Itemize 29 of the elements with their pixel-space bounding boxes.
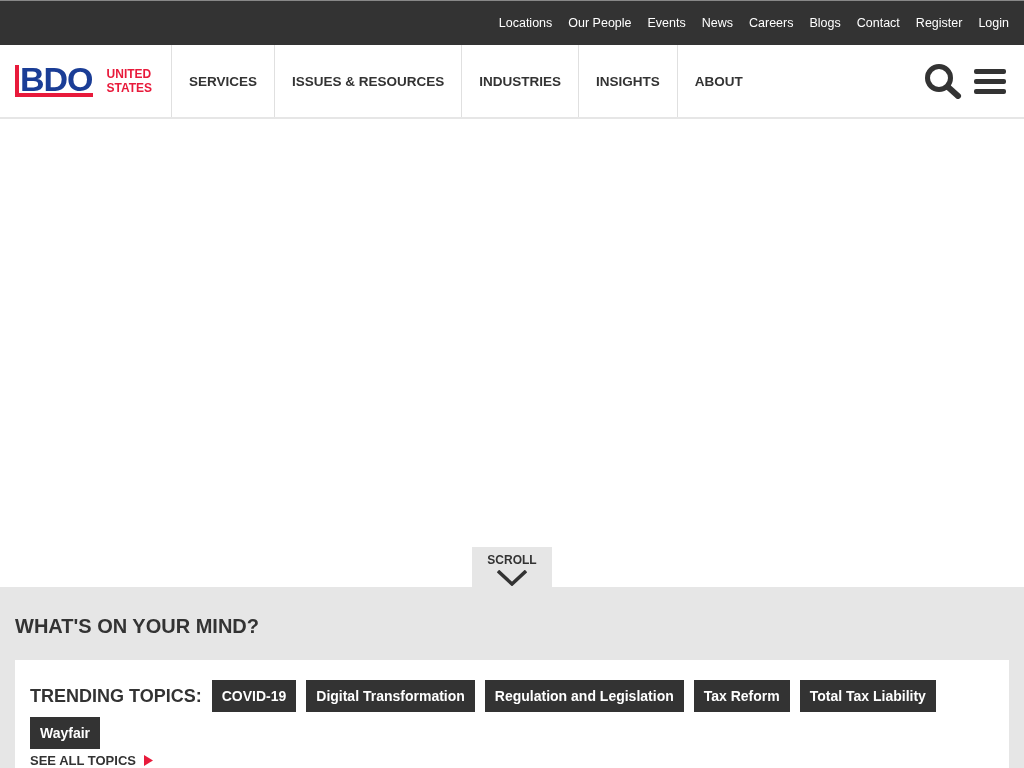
- utility-link[interactable]: Careers: [749, 16, 794, 30]
- menu-icon[interactable]: [974, 67, 1006, 95]
- see-all-link[interactable]: SEE ALL TOPICS: [30, 753, 153, 768]
- utility-link[interactable]: Contact: [856, 16, 900, 30]
- trending-label: TRENDING TOPICS:: [30, 685, 202, 707]
- search-icon[interactable]: [924, 63, 962, 99]
- topic-tag[interactable]: Digital Transformation: [306, 680, 475, 712]
- utility-link[interactable]: Blogs: [809, 16, 841, 30]
- chevron-down-icon: [497, 570, 527, 586]
- utility-link[interactable]: Locations: [498, 16, 553, 30]
- scroll-button[interactable]: SCROLL: [472, 547, 552, 587]
- utility-link[interactable]: Our People: [568, 16, 632, 30]
- utility-link[interactable]: News: [701, 16, 733, 30]
- nav-link[interactable]: ABOUT: [677, 45, 760, 117]
- utility-link[interactable]: Events: [647, 16, 686, 30]
- nav-link[interactable]: INSIGHTS: [579, 45, 678, 117]
- nav-link[interactable]: ISSUES & RESOURCES: [275, 45, 463, 117]
- utility-link[interactable]: Register: [915, 16, 963, 30]
- section-heading: WHAT'S ON YOUR MIND?: [15, 615, 260, 638]
- topic-tag[interactable]: Wayfair: [30, 717, 101, 749]
- nav-link[interactable]: INDUSTRIES: [462, 45, 580, 117]
- topic-tag[interactable]: Regulation and Legislation: [484, 680, 684, 712]
- topic-tag[interactable]: Tax Reform: [693, 680, 790, 712]
- triangle-right-icon: [143, 755, 153, 766]
- topic-tag[interactable]: COVID-19: [211, 680, 297, 712]
- utility-link[interactable]: Login: [978, 16, 1009, 30]
- topic-tag[interactable]: Total Tax Liability: [799, 680, 936, 712]
- nav-link[interactable]: SERVICES: [172, 45, 276, 117]
- logo[interactable]: BDO UNITED STATES: [0, 45, 172, 117]
